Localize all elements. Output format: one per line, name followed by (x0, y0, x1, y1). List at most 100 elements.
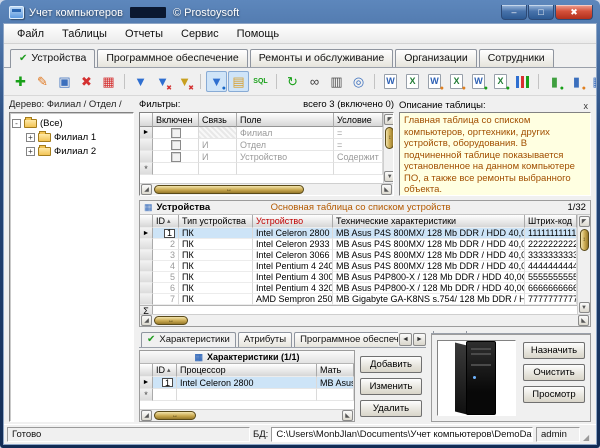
toolbar-button[interactable]: SQL (250, 71, 271, 92)
characteristics-horizontal-scrollbar[interactable]: ↔ (154, 411, 196, 420)
toolbar-button[interactable]: ▤ (228, 71, 249, 92)
toolbar-button[interactable]: ↻ (282, 71, 303, 92)
tab-scroll-right-icon[interactable]: ► (413, 333, 426, 346)
menu-item[interactable]: Отчеты (116, 26, 172, 42)
toolbar-button[interactable]: X ● (490, 71, 511, 92)
toolbar-button[interactable]: X ● (446, 71, 467, 92)
rail-top-button[interactable]: ◤ (384, 114, 393, 125)
main-tab[interactable]: ✔ Организации (395, 49, 477, 67)
tree-expander-icon[interactable]: - (12, 119, 21, 128)
device-row[interactable]: ► 55 ПК Intel Pentium 4 3000 MB Asus P4P… (140, 272, 577, 283)
filter-field-cell[interactable]: Отдел (237, 139, 334, 151)
toolbar-button[interactable]: ▦ ● (588, 71, 596, 92)
toolbar-button[interactable] (512, 71, 533, 92)
filters-col-link[interactable]: Связь (199, 113, 237, 127)
toolbar-button[interactable]: ▦ (98, 71, 119, 92)
devices-col-device[interactable]: Устройство (253, 215, 333, 228)
device-row[interactable]: ► 66 ПК Intel Pentium 4 3200 MB Asus P4P… (140, 283, 577, 294)
tree-node[interactable]: + Филиал 2 (26, 144, 131, 158)
assign-photo-button[interactable]: Назначить (523, 342, 585, 359)
tree-node[interactable]: - (Все) (12, 116, 131, 130)
filter-condition-cell[interactable]: = (334, 139, 383, 151)
tree-node[interactable]: + Филиал 1 (26, 130, 131, 144)
toolbar-button[interactable]: ∞ (304, 71, 325, 92)
filters-vertical-scrollbar[interactable]: ↕ (385, 127, 393, 149)
rail-top-button[interactable]: ◤ (579, 216, 590, 227)
checkbox-icon[interactable] (171, 128, 181, 138)
filter-condition-cell[interactable]: = (334, 127, 383, 139)
filter-link-cell[interactable]: И (199, 139, 237, 151)
filter-enabled-cell[interactable] (153, 151, 199, 163)
filters-funnel-button[interactable]: ▼ (384, 171, 393, 182)
toolbar-button[interactable]: ✖ (76, 71, 97, 92)
devices-funnel-button[interactable]: ▼ (579, 302, 590, 313)
filter-enabled-cell[interactable] (153, 127, 199, 139)
tree-expander-icon[interactable]: + (26, 147, 35, 156)
corner-button-right[interactable]: ◣ (381, 184, 392, 195)
main-tab[interactable]: ✔ Программное обеспечение (97, 49, 247, 67)
filters-col-field[interactable]: Поле (237, 113, 334, 127)
corner-button[interactable]: ◢ (141, 315, 152, 326)
devices-col-id[interactable]: ID▴ (153, 215, 179, 228)
filter-enabled-cell[interactable] (153, 139, 199, 151)
tab-scroll-left-icon[interactable]: ◄ (399, 333, 412, 346)
checkbox-icon[interactable] (171, 152, 181, 162)
checkbox-icon[interactable] (171, 140, 181, 150)
clear-photo-button[interactable]: Очистить (523, 364, 585, 381)
filter-row[interactable]: ► И Отдел = (140, 139, 383, 151)
devices-col-type[interactable]: Тип устройства (179, 215, 253, 228)
filter-link-cell[interactable] (199, 127, 237, 139)
device-row[interactable]: ► 77 ПК AMD Sempron 2500 MB Gigabyte GA-… (140, 294, 577, 305)
tree-expander-icon[interactable]: + (26, 133, 35, 142)
devices-horizontal-scrollbar[interactable]: ↔ (154, 316, 188, 325)
toolbar-button[interactable]: ▣ (54, 71, 75, 92)
filters-col-enabled[interactable]: Включен (153, 113, 199, 127)
filter-link-cell[interactable]: И (199, 151, 237, 163)
characteristics-row[interactable]: ► 1 Intel Celeron 2800 MB Asus P4S 800MX… (140, 377, 354, 389)
filter-field-cell[interactable]: Филиал (237, 127, 334, 139)
tree-view[interactable]: - (Все) + Филиал 1 + Филиал 2 (9, 112, 134, 422)
title-bar[interactable]: Учет компьютеров © Prostoysoft – □ ✖ (3, 0, 597, 23)
toolbar-button[interactable]: ▼ ● (206, 71, 227, 92)
sub-tab[interactable]: ✔ Характеристики (141, 332, 236, 347)
minimize-button[interactable]: – (501, 5, 527, 20)
delete-button[interactable]: Удалить (360, 400, 422, 417)
corner-button-right[interactable]: ◣ (342, 410, 353, 421)
col-id[interactable]: ID▴ (153, 364, 177, 377)
devices-col-barcode[interactable]: Штрих-код (525, 215, 577, 228)
devices-vertical-scrollbar[interactable]: ↕ (580, 229, 589, 251)
filter-new-row[interactable]: * (140, 163, 383, 175)
filters-col-condition[interactable]: Условие (334, 113, 383, 127)
corner-button-right[interactable]: ◣ (578, 315, 589, 326)
devices-col-specs[interactable]: Технические характеристики (333, 215, 525, 228)
device-row[interactable]: ► 22 ПК Intel Celeron 2933 MB Asus P4S 8… (140, 239, 577, 250)
corner-button[interactable]: ◢ (141, 184, 152, 195)
corner-button[interactable]: ◢ (141, 410, 152, 421)
filter-row[interactable]: ► Филиал = (140, 127, 383, 139)
toolbar-button[interactable]: ✚ (10, 71, 31, 92)
menu-item[interactable]: Файл (8, 26, 53, 42)
sub-tab[interactable]: ✔ Программное обеспечение (294, 332, 398, 347)
sub-tab[interactable]: ✔ Атрибуты (238, 332, 292, 347)
toolbar-button[interactable]: ▼ (130, 71, 151, 92)
view-photo-button[interactable]: Просмотр (523, 386, 585, 403)
menu-item[interactable]: Сервис (172, 26, 228, 42)
toolbar-button[interactable]: ▮ ● (544, 71, 565, 92)
col-cpu[interactable]: Процессор (177, 364, 317, 377)
toolbar-button[interactable]: W (380, 71, 401, 92)
description-close-icon[interactable]: x (581, 101, 592, 111)
toolbar-button[interactable]: ▥ (326, 71, 347, 92)
maximize-button[interactable]: □ (528, 5, 554, 20)
device-row[interactable]: ► 11 ПК Intel Celeron 2800 MB Asus P4S 8… (140, 228, 577, 239)
filters-horizontal-scrollbar[interactable]: ↔ (154, 185, 304, 194)
filter-field-cell[interactable]: Устройство (237, 151, 334, 163)
toolbar-button[interactable]: ▮ ● (566, 71, 587, 92)
menu-item[interactable]: Помощь (228, 26, 289, 42)
col-mb[interactable]: Мать (317, 364, 354, 377)
toolbar-button[interactable]: ▼ ✖ (152, 71, 173, 92)
toolbar-button[interactable]: W ● (468, 71, 489, 92)
main-tab[interactable]: ✔ Ремонты и обслуживание (250, 49, 393, 67)
filter-condition-cell[interactable]: Содержит (334, 151, 383, 163)
main-tab[interactable]: ✔ Устройства (10, 49, 95, 68)
device-row[interactable]: ► 44 ПК Intel Pentium 4 2400 MB Asus P4S… (140, 261, 577, 272)
